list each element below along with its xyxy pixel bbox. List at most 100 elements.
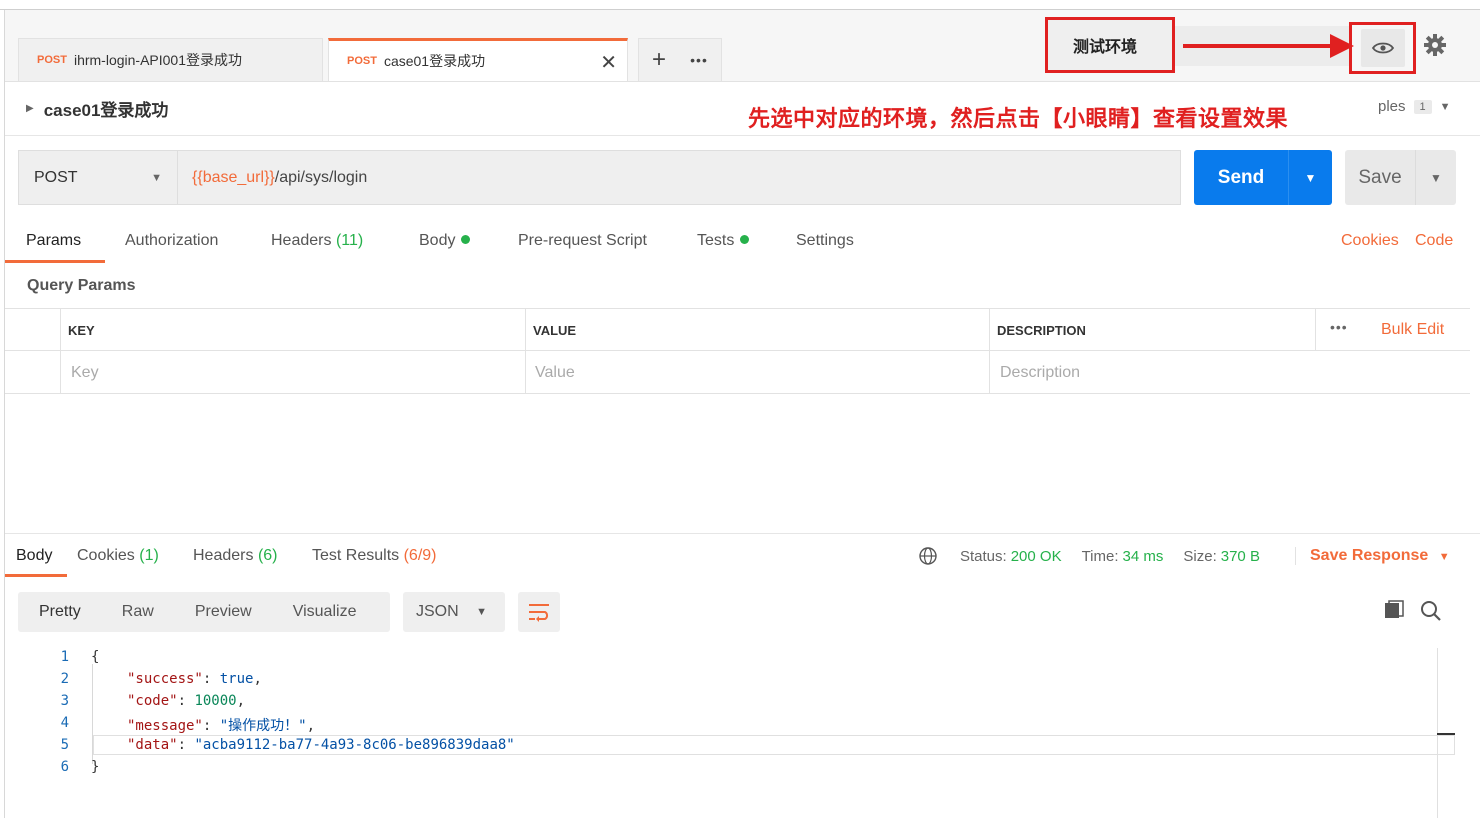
tab-headers-label: Headers (271, 232, 332, 249)
method-select[interactable]: POST ▼ (18, 150, 178, 205)
response-tab-headers[interactable]: Headers (6) (193, 547, 278, 565)
more-options-icon[interactable]: ••• (1330, 319, 1348, 335)
save-button[interactable]: Save ▼ (1345, 150, 1456, 205)
copy-icon[interactable] (1384, 600, 1406, 624)
column-divider (525, 309, 526, 393)
description-input[interactable]: Description (1000, 364, 1080, 382)
more-tabs-icon[interactable]: ••• (679, 52, 719, 68)
annotation-text: 先选中对应的环境，然后点击【小眼睛】查看设置效果 (748, 106, 1289, 131)
response-tab-body[interactable]: Body (16, 547, 52, 565)
chevron-down-icon: ▼ (476, 606, 487, 618)
size-value: 370 B (1220, 547, 1260, 565)
gear-icon[interactable] (1420, 30, 1450, 60)
json-value: 10000 (194, 693, 237, 709)
environment-quick-look-highlight (1349, 22, 1416, 74)
annotation-arrow-line (1183, 44, 1343, 48)
tab-body[interactable]: Body (419, 232, 471, 250)
response-tab-headers-label: Headers (193, 547, 254, 564)
key-input[interactable]: Key (71, 364, 99, 382)
code-line: { (91, 649, 99, 665)
url-path: /api/sys/login (274, 168, 368, 186)
divider (5, 135, 1480, 136)
save-response-button[interactable]: Save Response ▼ (1295, 547, 1450, 565)
search-icon[interactable] (1420, 600, 1442, 626)
json-key: "message" (127, 718, 203, 734)
tab-params[interactable]: Params (26, 232, 81, 250)
column-header-description: DESCRIPTION (997, 323, 1086, 338)
tab-tests-label: Tests (697, 232, 735, 249)
line-number: 2 (60, 671, 69, 687)
line-number: 4 (60, 715, 69, 731)
save-label: Save (1358, 166, 1402, 188)
send-button[interactable]: Send ▼ (1194, 150, 1332, 205)
line-number: 5 (60, 737, 69, 753)
column-divider (1315, 309, 1316, 351)
line-number: 1 (60, 649, 69, 665)
test-results-count: (6/9) (403, 547, 437, 564)
cookies-count: (1) (139, 547, 159, 564)
chevron-down-icon: ▼ (1438, 551, 1450, 563)
code-line: "code": 10000, (127, 693, 246, 709)
status-dot-icon (461, 235, 471, 244)
query-params-title: Query Params (27, 277, 136, 294)
json-key: "success" (127, 671, 203, 687)
table-header (5, 309, 1470, 351)
request-tab-2[interactable]: POST case01登录成功 ✕ (328, 38, 628, 81)
format-pretty[interactable]: Pretty (39, 603, 81, 621)
language-value: JSON (416, 603, 459, 620)
response-code[interactable]: 1 2 3 4 5 6 { "success": true, "code": 1… (5, 645, 1435, 818)
tab-authorization[interactable]: Authorization (125, 232, 218, 250)
tab-tests[interactable]: Tests (697, 232, 750, 250)
url-input[interactable]: {{base_url}}/api/sys/login (178, 150, 1181, 205)
time-value: 34 ms (1122, 547, 1164, 565)
tab-settings[interactable]: Settings (796, 232, 854, 250)
environment-quick-look-button[interactable] (1360, 29, 1405, 67)
json-value: "acba9112-ba77-4a93-8c06-be896839daa8" (194, 737, 515, 753)
scrollbar-thumb[interactable] (1437, 733, 1455, 735)
globe-icon[interactable] (918, 546, 938, 566)
active-tab-indicator (5, 260, 105, 263)
divider (5, 533, 1480, 534)
format-preview[interactable]: Preview (195, 603, 252, 621)
response-meta: Status: 200 OK Time: 34 ms Size: 370 B (918, 546, 1280, 566)
plus-icon[interactable]: + (639, 46, 679, 74)
request-tab-1[interactable]: POST ihrm-login-API001登录成功 (18, 38, 323, 81)
status-dot-icon (740, 235, 750, 244)
code-link[interactable]: Code (1415, 232, 1453, 250)
chevron-down-icon[interactable]: ▼ (1289, 171, 1332, 185)
bulk-edit-link[interactable]: Bulk Edit (1381, 321, 1444, 339)
save-response-label: Save Response (1310, 547, 1429, 564)
breadcrumb[interactable]: ▶ case01登录成功 (26, 96, 168, 120)
column-divider (60, 309, 61, 393)
language-select[interactable]: JSON ▼ (403, 592, 505, 632)
response-headers-count: (6) (257, 547, 278, 564)
method-value: POST (34, 168, 78, 186)
format-raw[interactable]: Raw (122, 603, 154, 621)
status-label: Status: (960, 547, 1007, 565)
format-toggle-group: Pretty Raw Preview Visualize (18, 592, 390, 632)
response-tab-cookies[interactable]: Cookies (1) (77, 547, 159, 565)
wrap-lines-icon[interactable] (518, 592, 560, 632)
examples-dropdown[interactable]: ples 1 ▼ (1378, 98, 1451, 115)
test-results-label: Test Results (312, 547, 400, 564)
close-icon[interactable]: ✕ (600, 50, 617, 75)
tab-label: case01登录成功 (383, 53, 486, 69)
active-tab-indicator (5, 574, 67, 577)
size-label: Size: (1183, 547, 1217, 565)
response-tab-test-results[interactable]: Test Results (6/9) (312, 547, 437, 565)
value-input[interactable]: Value (535, 364, 575, 382)
line-number: 3 (60, 693, 69, 709)
environment-select[interactable]: 测试环境 (1045, 17, 1175, 73)
tab-headers[interactable]: Headers (11) (271, 232, 363, 250)
tab-prerequest-script[interactable]: Pre-request Script (518, 232, 647, 250)
code-line: "message": "操作成功！", (127, 718, 316, 734)
expand-triangle-icon: ▶ (26, 102, 34, 114)
json-value: true (219, 671, 254, 687)
chevron-down-icon[interactable]: ▼ (1416, 171, 1456, 185)
brace-open: { (91, 649, 100, 665)
headers-count: (11) (335, 232, 364, 249)
code-line: "success": true, (127, 671, 262, 687)
format-visualize[interactable]: Visualize (293, 603, 357, 621)
cookies-link[interactable]: Cookies (1341, 232, 1399, 250)
eye-icon (1371, 42, 1394, 54)
